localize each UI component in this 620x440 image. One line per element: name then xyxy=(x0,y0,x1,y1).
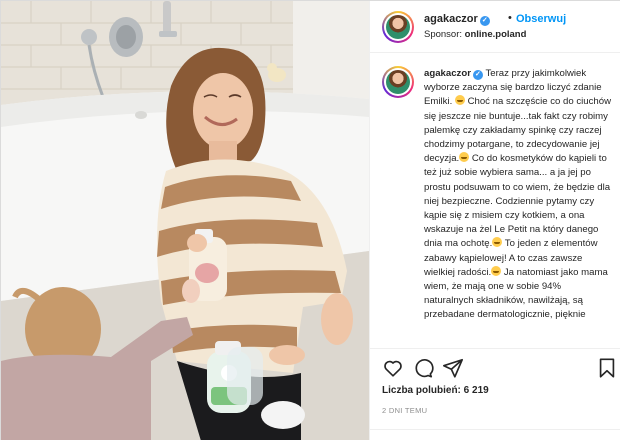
caption-username[interactable]: agakaczor ✓ xyxy=(424,68,483,80)
post-timestamp[interactable]: 2 DNI TEMU xyxy=(382,406,427,415)
comment-icon[interactable] xyxy=(412,357,434,379)
caption-author-avatar[interactable] xyxy=(382,66,414,98)
instagram-post: agakaczor ✓ • Obserwuj Sponsor: online.po… xyxy=(0,0,620,440)
heart-icon[interactable] xyxy=(382,357,404,379)
grinning-emoji-icon xyxy=(454,95,465,106)
smiling-emoji-icon xyxy=(492,237,503,248)
header-separator: • xyxy=(508,12,512,24)
caption-username-text[interactable]: agakaczor xyxy=(424,68,471,79)
author-username-text[interactable]: agakaczor xyxy=(424,13,478,25)
caption-text-3: Co do kosmetyków do kąpieli to też już s… xyxy=(424,153,611,250)
post-photo[interactable] xyxy=(1,1,369,440)
relieved-emoji-icon xyxy=(491,265,502,276)
caption-area: agakaczor ✓ Teraz przy jakimkolwiek wybor… xyxy=(370,54,620,348)
post-side-panel: agakaczor ✓ • Obserwuj Sponsor: online.po… xyxy=(369,1,620,440)
post-header: agakaczor ✓ • Obserwuj Sponsor: online.po… xyxy=(370,1,620,53)
author-username[interactable]: agakaczor ✓ xyxy=(424,13,490,26)
verified-badge-icon: ✓ xyxy=(479,16,490,26)
verified-badge-icon: ✓ xyxy=(472,70,483,80)
author-avatar[interactable] xyxy=(382,11,414,43)
sponsor-line: Sponsor: online.poland xyxy=(424,29,526,40)
sponsor-link[interactable]: online.poland xyxy=(465,29,527,40)
post-actions: Liczba polubień: 6 219 2 DNI TEMU xyxy=(370,348,620,440)
comment-divider xyxy=(370,429,620,430)
share-icon[interactable] xyxy=(442,357,464,379)
post-caption: agakaczor ✓ Teraz przy jakimkolwiek wybor… xyxy=(424,67,612,323)
sponsor-prefix: Sponsor: xyxy=(424,29,463,40)
grinning-emoji-icon xyxy=(459,152,470,163)
likes-count[interactable]: Liczba polubień: 6 219 xyxy=(382,385,489,396)
bookmark-icon[interactable] xyxy=(596,357,618,379)
follow-button[interactable]: Obserwuj xyxy=(516,13,566,25)
post-photo-illustration xyxy=(1,1,369,440)
